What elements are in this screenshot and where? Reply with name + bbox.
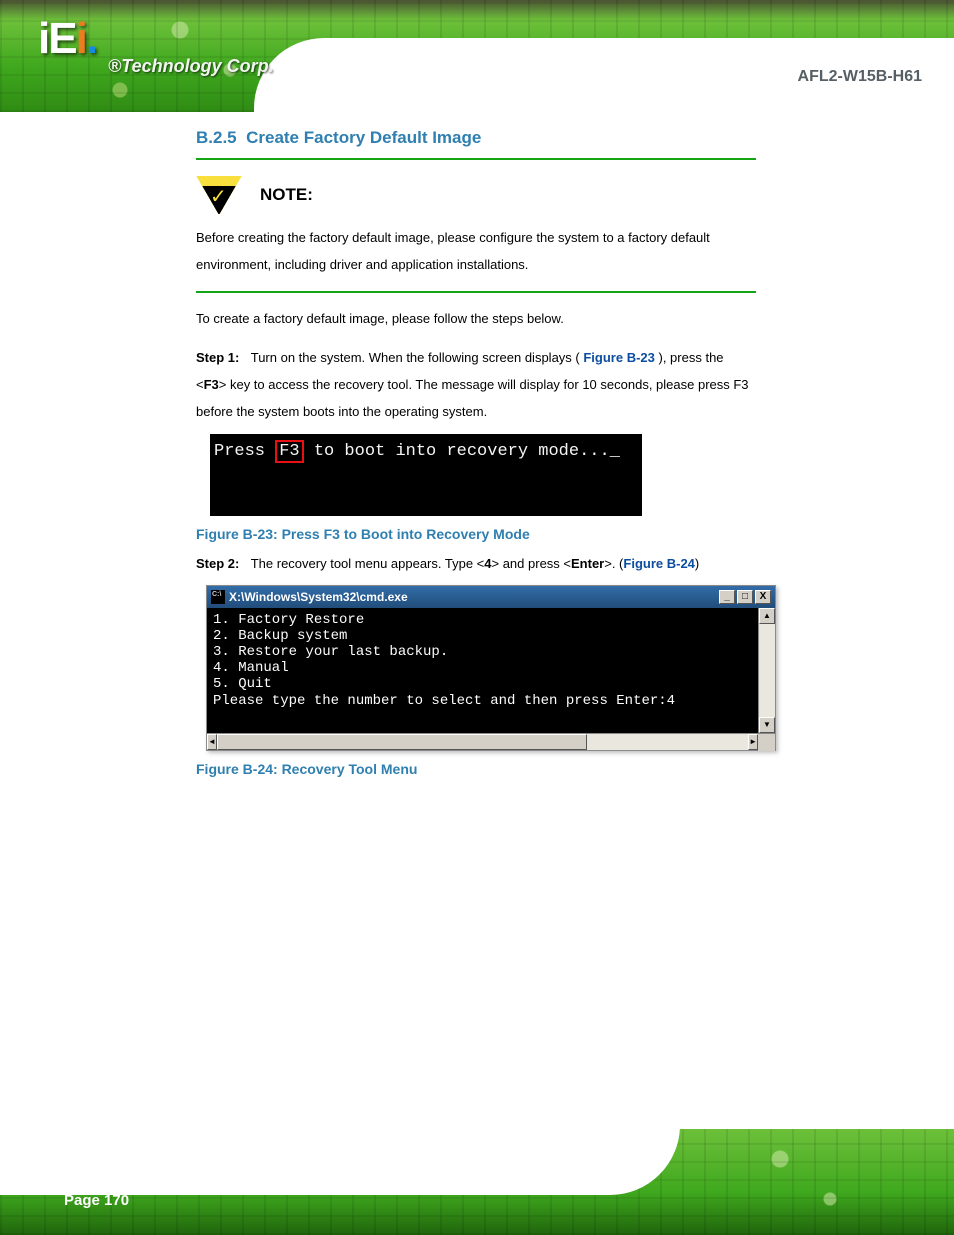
scroll-left-button[interactable]: ◄ — [207, 734, 217, 750]
scroll-down-button[interactable]: ▼ — [759, 717, 775, 733]
cmd-body: 1. Factory Restore 2. Backup system 3. R… — [207, 608, 758, 733]
note-warning-icon: ✓ — [196, 176, 242, 214]
product-title: AFL2-W15B-H61 — [798, 68, 922, 86]
step-2-text-d: ) — [695, 556, 699, 571]
scroll-up-button[interactable]: ▲ — [759, 608, 775, 624]
term1-suffix: to boot into recovery mode... — [314, 442, 610, 461]
brand-logo: iEi. — [38, 14, 96, 64]
note-box: ✓ NOTE: Before creating the factory defa… — [196, 168, 756, 283]
section-title: Create Factory Default Image — [246, 128, 481, 147]
step-2-text-b: > and press < — [492, 556, 572, 571]
step-2-key4: 4 — [484, 556, 491, 571]
cmd-vertical-scrollbar[interactable]: ▲ ▼ — [758, 608, 775, 733]
logo-letter-e: E — [48, 14, 75, 63]
note-header: ✓ NOTE: — [196, 176, 756, 214]
cmd-title: X:\Windows\System32\cmd.exe — [229, 590, 719, 604]
logo-text: iEi. — [38, 14, 96, 63]
step-2-label: Step 2: — [196, 556, 239, 571]
figure-23-caption: Figure B-23: Press F3 to Boot into Recov… — [196, 526, 756, 542]
scroll-right-button[interactable]: ► — [748, 734, 758, 750]
logo-dot-blue-icon: . — [86, 14, 96, 63]
rule-top — [196, 158, 756, 160]
logo-dot-orange-icon: i — [76, 14, 86, 63]
cmd-body-wrap: 1. Factory Restore 2. Backup system 3. R… — [207, 608, 775, 733]
scroll-corner — [758, 734, 775, 751]
step-2-text-a: The recovery tool menu appears. Type < — [251, 556, 485, 571]
scroll-v-track[interactable] — [759, 624, 775, 717]
cmd-horizontal-scrollbar[interactable]: ◄ ► — [207, 733, 775, 750]
figure-24-caption: Figure B-24: Recovery Tool Menu — [196, 761, 756, 777]
note-text: Before creating the factory default imag… — [196, 224, 756, 279]
section-number: B.2.5 — [196, 128, 237, 147]
term1-prefix: Press — [214, 442, 265, 461]
cmd-line-2: 2. Backup system — [213, 628, 347, 644]
cmd-window: X:\Windows\System32\cmd.exe _ □ X 1. Fac… — [206, 585, 776, 751]
terminal-recovery-prompt: Press F3 to boot into recovery mode..._ — [210, 434, 642, 516]
term1-f3-highlight: F3 — [275, 440, 303, 463]
scroll-h-thumb[interactable] — [217, 734, 587, 750]
cmd-prompt: Please type the number to select and the… — [213, 693, 675, 709]
cmd-line-1: 1. Factory Restore — [213, 612, 364, 628]
footer-cutout — [0, 1129, 680, 1195]
cursor-icon: _ — [610, 442, 620, 461]
minimize-button[interactable]: _ — [719, 590, 735, 604]
logo-letter-i: i — [38, 14, 48, 63]
close-button[interactable]: X — [755, 590, 771, 604]
step-1-text-a: Turn on the system. When the following s… — [251, 350, 580, 365]
step-1-label: Step 1: — [196, 350, 239, 365]
cmd-icon — [211, 590, 225, 604]
step-1-key: F3 — [204, 377, 219, 392]
cmd-window-controls: _ □ X — [719, 590, 771, 604]
cmd-line-3: 3. Restore your last backup. — [213, 644, 448, 660]
cmd-line-5: 5. Quit — [213, 676, 272, 692]
footer-banner — [0, 1129, 954, 1235]
cmd-titlebar: X:\Windows\System32\cmd.exe _ □ X — [207, 586, 775, 608]
maximize-button[interactable]: □ — [737, 590, 753, 604]
section-heading: B.2.5 Create Factory Default Image — [196, 128, 756, 148]
step-1: Step 1: Turn on the system. When the fol… — [196, 344, 756, 426]
step-1-figure-ref: Figure B-23 — [583, 350, 655, 365]
cmd-line-4: 4. Manual — [213, 660, 289, 676]
scroll-h-track[interactable] — [217, 734, 748, 750]
step-2-text-c: >. ( — [604, 556, 623, 571]
brand-tagline: ®Technology Corp. — [108, 56, 274, 77]
step-2-enter: Enter — [571, 556, 604, 571]
step-2-figure-ref: Figure B-24 — [623, 556, 695, 571]
note-label: NOTE: — [260, 185, 313, 205]
checkmark-icon: ✓ — [210, 184, 227, 209]
page-number: Page 170 — [64, 1192, 129, 1209]
step-2: Step 2: The recovery tool menu appears. … — [196, 550, 756, 577]
step-1-text-c: > key to access the recovery tool. The m… — [196, 377, 749, 419]
intro-text: To create a factory default image, pleas… — [196, 305, 756, 332]
page-content: B.2.5 Create Factory Default Image ✓ NOT… — [196, 128, 756, 783]
rule-bottom — [196, 291, 756, 293]
